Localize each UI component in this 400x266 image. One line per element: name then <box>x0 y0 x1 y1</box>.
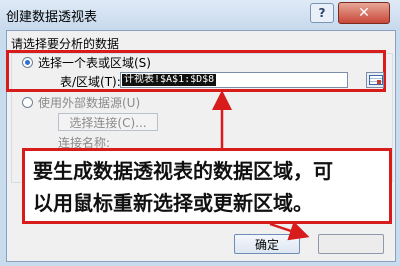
callout-arrows <box>212 90 310 241</box>
arrow-to-ok <box>269 221 310 241</box>
